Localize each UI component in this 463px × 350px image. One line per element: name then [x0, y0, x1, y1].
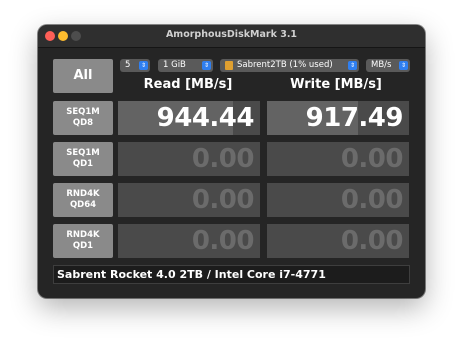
window-title: AmorphousDiskMark 3.1: [165, 29, 298, 40]
chevron-updown-icon: ⇕: [348, 61, 357, 70]
unit-value: MB/s: [371, 60, 392, 70]
read-result-cell: 0.00: [118, 224, 260, 258]
comment-field[interactable]: Sabrent Rocket 4.0 2TB / Intel Core i7-4…: [53, 265, 410, 284]
queue-depth-label: QD1: [72, 241, 94, 251]
write-result-value: 0.00: [340, 226, 404, 256]
chevron-updown-icon: ⇕: [202, 61, 211, 70]
drive-icon: [225, 61, 233, 70]
test-seq1m-qd8-button[interactable]: SEQ1M QD8: [53, 101, 113, 135]
read-result-value: 944.44: [156, 103, 255, 133]
read-result-value: 0.00: [191, 144, 255, 174]
read-result-value: 0.00: [191, 185, 255, 215]
write-result-value: 0.00: [340, 185, 404, 215]
drive-value: Sabrent2TB (1% used): [237, 60, 333, 70]
run-all-button[interactable]: All: [53, 59, 113, 93]
test-type-label: SEQ1M: [66, 148, 100, 158]
title-bar: AmorphousDiskMark 3.1: [38, 25, 425, 48]
read-result-cell: 0.00: [118, 142, 260, 176]
test-count-value: 5: [125, 60, 131, 70]
write-result-value: 917.49: [305, 103, 404, 133]
queue-depth-label: QD1: [72, 159, 94, 169]
write-result-cell: 0.00: [267, 224, 409, 258]
test-rnd4k-qd1-button[interactable]: RND4K QD1: [53, 224, 113, 258]
read-result-cell: 944.44: [118, 101, 260, 135]
test-size-value: 1 GiB: [163, 60, 186, 70]
read-result-value: 0.00: [191, 226, 255, 256]
queue-depth-label: QD8: [72, 118, 94, 128]
write-result-cell: 917.49: [267, 101, 409, 135]
amorphous-disk-mark-window: AmorphousDiskMark 3.1 All 5 ⇕ 1 GiB ⇕ Sa…: [38, 25, 425, 298]
read-result-cell: 0.00: [118, 183, 260, 217]
write-result-value: 0.00: [340, 144, 404, 174]
test-type-label: RND4K: [66, 189, 100, 199]
write-result-cell: 0.00: [267, 142, 409, 176]
unit-select[interactable]: MB/s ⇕: [366, 59, 410, 72]
test-type-label: SEQ1M: [66, 107, 100, 117]
queue-depth-label: QD64: [69, 200, 97, 210]
write-result-cell: 0.00: [267, 183, 409, 217]
chevron-updown-icon: ⇕: [399, 61, 408, 70]
test-rnd4k-qd64-button[interactable]: RND4K QD64: [53, 183, 113, 217]
test-seq1m-qd1-button[interactable]: SEQ1M QD1: [53, 142, 113, 176]
chevron-updown-icon: ⇕: [139, 61, 148, 70]
test-size-select[interactable]: 1 GiB ⇕: [158, 59, 213, 72]
drive-select[interactable]: Sabrent2TB (1% used) ⇕: [220, 59, 359, 72]
test-count-select[interactable]: 5 ⇕: [120, 59, 150, 72]
read-column-header: Read [MB/s]: [143, 77, 233, 92]
test-type-label: RND4K: [66, 230, 100, 240]
write-column-header: Write [MB/s]: [290, 77, 382, 92]
